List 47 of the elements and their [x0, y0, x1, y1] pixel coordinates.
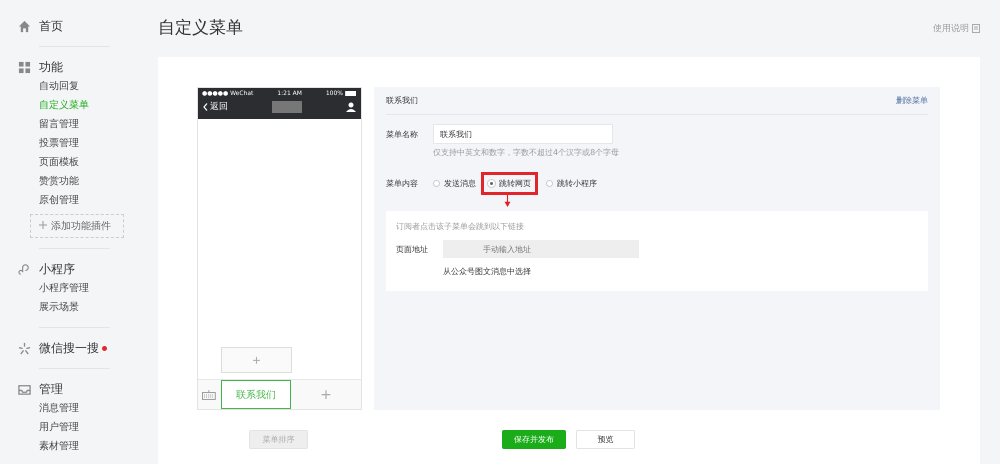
page-title: 自定义菜单: [158, 17, 243, 39]
spark-icon: [18, 342, 31, 354]
sidebar-item[interactable]: 留言管理: [18, 115, 150, 134]
radio-button[interactable]: [546, 180, 553, 187]
grid-icon: [18, 60, 31, 74]
sidebar-item[interactable]: 消息管理: [18, 399, 150, 418]
field-label: 菜单名称: [386, 129, 419, 140]
hint-text: 仅支持中英文和数字，字数不超过4个汉字或8个字母: [433, 147, 620, 158]
sidebar-section-title[interactable]: 微信搜一搜: [39, 340, 99, 356]
field-label: 菜单内容: [386, 178, 419, 189]
choose-from-articles-link[interactable]: 从公众号图文消息中选择: [443, 266, 918, 277]
plus-icon: [39, 221, 47, 229]
sidebar-item[interactable]: 展示场景: [18, 298, 150, 317]
sidebar-item[interactable]: 页面模板: [18, 153, 150, 172]
keyboard-icon[interactable]: [202, 390, 216, 400]
sidebar-item[interactable]: 投票管理: [18, 134, 150, 153]
link-icon: [18, 262, 31, 276]
back-link[interactable]: 返回: [203, 100, 228, 113]
radio-button[interactable]: [433, 180, 440, 187]
battery-icon: [345, 91, 357, 96]
menu-name-input[interactable]: 联系我们: [433, 124, 613, 144]
url-input[interactable]: 手动输入地址: [443, 240, 639, 258]
sidebar-section-title[interactable]: 功能: [39, 58, 63, 76]
radio-option[interactable]: 跳转小程序: [546, 178, 597, 189]
home-icon: [18, 20, 31, 32]
field-label: 页面地址: [396, 244, 429, 254]
person-icon: [346, 102, 356, 112]
inbox-icon: [18, 382, 31, 396]
radio-option[interactable]: 跳转网页: [488, 178, 531, 189]
hint-text: 订阅者点击该子菜单会跳到以下链接: [396, 221, 525, 232]
editor-title: 联系我们: [386, 95, 418, 106]
sidebar-section-title[interactable]: 管理: [39, 380, 63, 398]
sidebar-item[interactable]: 原创管理: [18, 191, 150, 210]
radio-option[interactable]: 发送消息: [433, 178, 476, 189]
document-icon: [972, 24, 980, 33]
sidebar-item[interactable]: 用户管理: [18, 418, 150, 437]
delete-menu-link[interactable]: 删除菜单: [896, 95, 928, 106]
preview-button[interactable]: 预览: [576, 430, 635, 449]
blurred-title: [272, 100, 302, 112]
add-plugin-button[interactable]: 添加功能插件: [30, 214, 124, 238]
sidebar-item[interactable]: 小程序管理: [18, 279, 150, 298]
sidebar-item[interactable]: 自动回复: [18, 77, 150, 96]
chevron-left-icon: [203, 102, 208, 110]
sidebar-item[interactable]: 素材管理: [18, 437, 150, 456]
sidebar-section-title[interactable]: 首页: [39, 18, 63, 34]
sidebar-section-title[interactable]: 小程序: [39, 260, 75, 278]
sidebar-item[interactable]: 赞赏功能: [18, 172, 150, 191]
